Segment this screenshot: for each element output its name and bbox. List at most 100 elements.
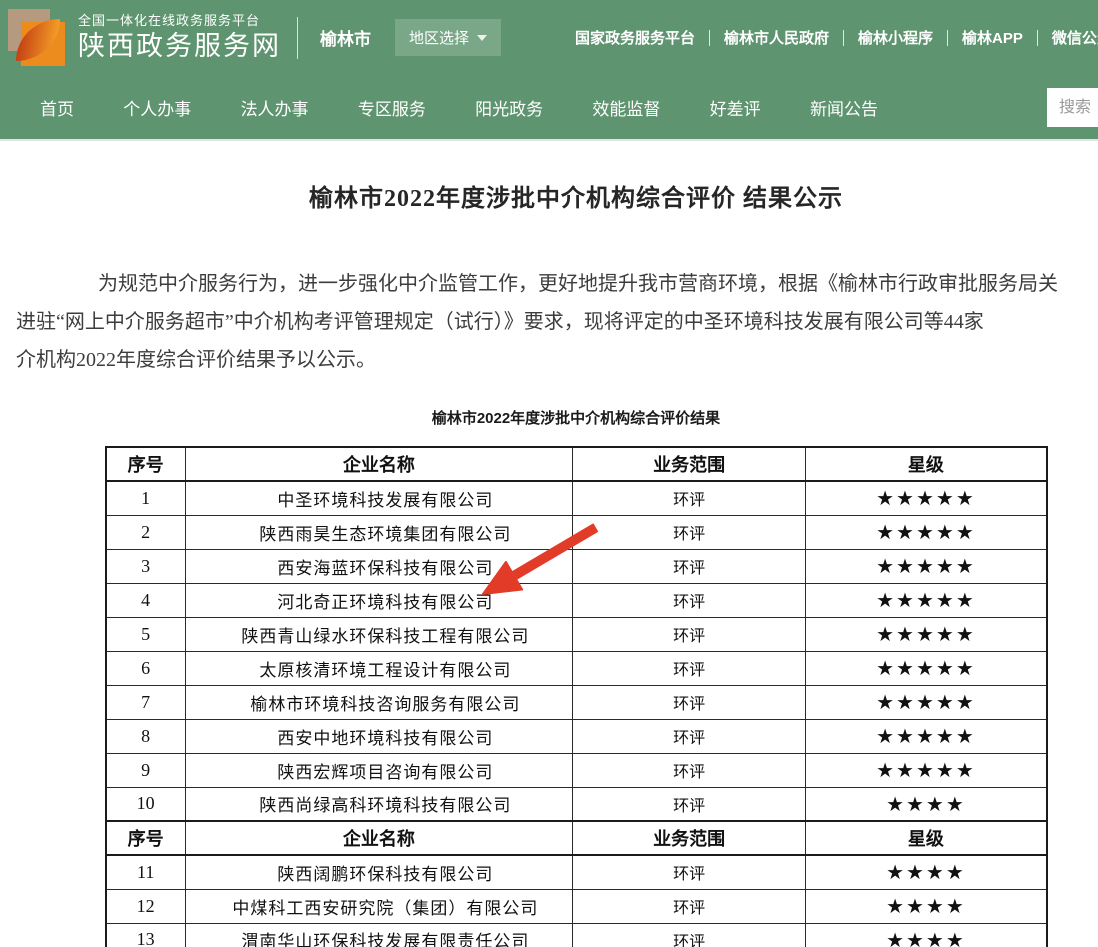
cell-scope: 环评 [572, 923, 805, 947]
cell-name: 渭南华山环保科技发展有限责任公司 [185, 923, 572, 947]
region-selector-label: 地区选择 [409, 27, 469, 48]
nav-item-rating[interactable]: 好差评 [710, 95, 761, 120]
cell-scope: 环评 [572, 719, 805, 753]
cell-name: 河北奇正环境科技有限公司 [185, 583, 572, 617]
column-header: 业务范围 [572, 447, 805, 481]
search-input[interactable] [1047, 88, 1098, 127]
table-row: 12中煤科工西安研究院（集团）有限公司环评★★★★ [106, 889, 1047, 923]
link-national-platform[interactable]: 国家政务服务平台 [575, 27, 695, 48]
header-divider [297, 17, 298, 59]
table-row: 13渭南华山环保科技发展有限责任公司环评★★★★ [106, 923, 1047, 947]
cell-scope: 环评 [572, 753, 805, 787]
link-separator [843, 30, 844, 46]
platform-tagline: 全国一体化在线政务服务平台 [78, 13, 281, 29]
table-row: 11陕西阔鹏环保科技有限公司环评★★★★ [106, 855, 1047, 889]
evaluation-table: 序号企业名称业务范围星级1中圣环境科技发展有限公司环评★★★★★2陕西雨昊生态环… [105, 446, 1048, 947]
cell-name: 陕西青山绿水环保科技工程有限公司 [185, 617, 572, 651]
column-header: 星级 [806, 821, 1047, 855]
cell-stars: ★★★★★ [806, 617, 1047, 651]
link-mini-program[interactable]: 榆林小程序 [858, 27, 933, 48]
site-logo [8, 9, 66, 67]
cell-stars: ★★★★★ [806, 651, 1047, 685]
cell-stars: ★★★★★ [806, 515, 1047, 549]
column-header: 序号 [106, 447, 186, 481]
paragraph-line: 介机构2022年度综合评价结果予以公示。 [0, 341, 1098, 379]
table-title: 榆林市2022年度涉批中介机构综合评价结果 [0, 407, 1098, 428]
cell-no: 5 [106, 617, 186, 651]
region-selector-button[interactable]: 地区选择 [395, 19, 501, 56]
cell-no: 3 [106, 549, 186, 583]
main-navigation: 首页 个人办事 法人办事 专区服务 阳光政务 效能监督 好差评 新闻公告 [0, 75, 1098, 141]
table-row: 6太原核清环境工程设计有限公司环评★★★★★ [106, 651, 1047, 685]
nav-item-personal[interactable]: 个人办事 [123, 95, 191, 120]
nav-item-supervision[interactable]: 效能监督 [592, 95, 660, 120]
evaluation-table-body: 序号企业名称业务范围星级1中圣环境科技发展有限公司环评★★★★★2陕西雨昊生态环… [106, 447, 1047, 947]
table-row: 1中圣环境科技发展有限公司环评★★★★★ [106, 481, 1047, 515]
table-row: 9陕西宏辉项目咨询有限公司环评★★★★★ [106, 753, 1047, 787]
cell-no: 13 [106, 923, 186, 947]
cell-scope: 环评 [572, 889, 805, 923]
table-row: 2陕西雨昊生态环境集团有限公司环评★★★★★ [106, 515, 1047, 549]
nav-item-news[interactable]: 新闻公告 [810, 95, 878, 120]
column-header: 星级 [806, 447, 1047, 481]
nav-item-zone-services[interactable]: 专区服务 [358, 95, 426, 120]
table-row: 8西安中地环境科技有限公司环评★★★★★ [106, 719, 1047, 753]
cell-stars: ★★★★★ [806, 481, 1047, 515]
link-wechat-account[interactable]: 微信公众号 [1052, 27, 1098, 48]
nav-item-corporate[interactable]: 法人办事 [241, 95, 309, 120]
cell-stars: ★★★★★ [806, 719, 1047, 753]
cell-no: 10 [106, 787, 186, 821]
table-row: 3西安海蓝环保科技有限公司环评★★★★★ [106, 549, 1047, 583]
column-header: 序号 [106, 821, 186, 855]
table-row: 10陕西尚绿高科环境科技有限公司环评★★★★ [106, 787, 1047, 821]
page-title: 榆林市2022年度涉批中介机构综合评价 结果公示 [0, 178, 1098, 213]
cell-stars: ★★★★★ [806, 583, 1047, 617]
cell-no: 9 [106, 753, 186, 787]
link-separator [1037, 30, 1038, 46]
table-header-row: 序号企业名称业务范围星级 [106, 821, 1047, 855]
cell-scope: 环评 [572, 855, 805, 889]
announcement-paragraph: 为规范中介服务行为，进一步强化中介监管工作，更好地提升我市营商环境，根据《榆林市… [0, 265, 1098, 379]
cell-stars: ★★★★ [806, 889, 1047, 923]
chevron-down-icon [477, 35, 487, 41]
paragraph-line: 为规范中介服务行为，进一步强化中介监管工作，更好地提升我市营商环境，根据《榆林市… [0, 265, 1098, 303]
link-yulin-app[interactable]: 榆林APP [962, 27, 1023, 48]
header-links: 国家政务服务平台 榆林市人民政府 榆林小程序 榆林APP 微信公众号 注 [575, 0, 1098, 75]
cell-scope: 环评 [572, 685, 805, 719]
table-row: 5陕西青山绿水环保科技工程有限公司环评★★★★★ [106, 617, 1047, 651]
cell-scope: 环评 [572, 617, 805, 651]
column-header: 企业名称 [185, 447, 572, 481]
cell-no: 6 [106, 651, 186, 685]
cell-stars: ★★★★★ [806, 685, 1047, 719]
cell-name: 陕西宏辉项目咨询有限公司 [185, 753, 572, 787]
cell-scope: 环评 [572, 583, 805, 617]
site-name: 陕西政务服务网 [78, 30, 281, 62]
cell-name: 西安中地环境科技有限公司 [185, 719, 572, 753]
cell-stars: ★★★★★ [806, 753, 1047, 787]
cell-scope: 环评 [572, 787, 805, 821]
nav-item-open-government[interactable]: 阳光政务 [475, 95, 543, 120]
cell-no: 4 [106, 583, 186, 617]
cell-name: 陕西尚绿高科环境科技有限公司 [185, 787, 572, 821]
cell-stars: ★★★★★ [806, 549, 1047, 583]
cell-no: 1 [106, 481, 186, 515]
cell-scope: 环评 [572, 549, 805, 583]
announcement-content: 榆林市2022年度涉批中介机构综合评价 结果公示 为规范中介服务行为，进一步强化… [0, 178, 1098, 947]
cell-scope: 环评 [572, 515, 805, 549]
link-city-government[interactable]: 榆林市人民政府 [724, 27, 829, 48]
nav-item-home[interactable]: 首页 [40, 95, 74, 120]
link-separator [709, 30, 710, 46]
cell-name: 中煤科工西安研究院（集团）有限公司 [185, 889, 572, 923]
cell-name: 陕西阔鹏环保科技有限公司 [185, 855, 572, 889]
cell-no: 11 [106, 855, 186, 889]
site-brand: 全国一体化在线政务服务平台 陕西政务服务网 [78, 13, 281, 63]
table-header-row: 序号企业名称业务范围星级 [106, 447, 1047, 481]
current-city-label: 榆林市 [320, 25, 371, 50]
cell-no: 2 [106, 515, 186, 549]
cell-stars: ★★★★ [806, 787, 1047, 821]
cell-name: 陕西雨昊生态环境集团有限公司 [185, 515, 572, 549]
cell-name: 中圣环境科技发展有限公司 [185, 481, 572, 515]
cell-no: 7 [106, 685, 186, 719]
cell-scope: 环评 [572, 651, 805, 685]
cell-stars: ★★★★ [806, 923, 1047, 947]
